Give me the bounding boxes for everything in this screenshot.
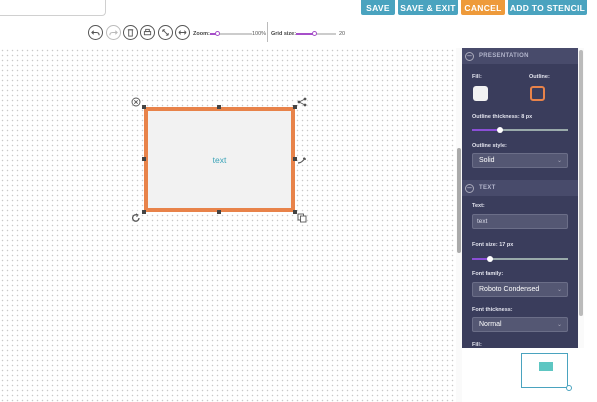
zoom-slider[interactable] bbox=[210, 31, 252, 36]
drawing-canvas[interactable] bbox=[0, 48, 456, 402]
fill-color-swatch[interactable] bbox=[473, 86, 488, 101]
duplicate-icon[interactable] bbox=[297, 213, 307, 223]
outline-thickness-slider-knob[interactable] bbox=[497, 127, 503, 133]
text-section-header[interactable]: – TEXT bbox=[462, 180, 578, 196]
add-to-stencil-button[interactable]: ADD TO STENCIL bbox=[508, 0, 587, 15]
collapse-minus-icon[interactable]: – bbox=[465, 183, 474, 193]
outline-thickness-label: Outline thickness: 8 px bbox=[472, 114, 532, 120]
outline-color-swatch[interactable] bbox=[530, 86, 545, 101]
connect-arrow-icon[interactable] bbox=[297, 155, 307, 165]
outline-label: Outline: bbox=[529, 74, 550, 80]
font-size-slider[interactable] bbox=[472, 256, 568, 262]
outline-thickness-slider[interactable] bbox=[472, 127, 568, 133]
panel-scrollbar[interactable] bbox=[578, 48, 584, 348]
expand-icon[interactable] bbox=[158, 25, 173, 40]
grid-size-value: 20 bbox=[339, 31, 346, 37]
fit-width-icon[interactable] bbox=[175, 25, 190, 40]
resize-handle-bottom-left[interactable] bbox=[142, 210, 146, 214]
properties-panel: – PRESENTATION Fill: Outline: Outline th… bbox=[462, 48, 578, 348]
grid-slider-knob[interactable] bbox=[312, 31, 317, 36]
rectangle-shape[interactable]: text bbox=[144, 107, 295, 212]
save-exit-button[interactable]: SAVE & EXIT bbox=[398, 0, 458, 15]
redo-icon[interactable] bbox=[106, 25, 121, 40]
outline-style-label: Outline style: bbox=[472, 143, 507, 149]
grid-size-slider[interactable] bbox=[296, 31, 336, 36]
outline-thickness-label-text: Outline thickness: bbox=[472, 114, 520, 120]
outline-style-value: Solid bbox=[479, 157, 495, 164]
delete-icon[interactable] bbox=[123, 25, 138, 40]
cancel-button[interactable]: CANCEL bbox=[461, 0, 505, 15]
font-thickness-value: Normal bbox=[479, 321, 502, 328]
font-family-label: Font family: bbox=[472, 271, 504, 277]
font-size-label-text: Font size: bbox=[472, 242, 498, 248]
minimap[interactable] bbox=[462, 348, 584, 402]
text-section-title: TEXT bbox=[479, 185, 496, 191]
text-input[interactable]: text bbox=[472, 214, 568, 229]
font-size-label: Font size: 17 px bbox=[472, 242, 513, 248]
shape-text[interactable]: text bbox=[148, 155, 291, 165]
zoom-value: 100% bbox=[252, 31, 267, 37]
undo-icon[interactable] bbox=[88, 25, 103, 40]
toolbar-divider bbox=[267, 22, 268, 42]
chevron-down-icon: ⌄ bbox=[556, 287, 562, 293]
canvas-scrollbar-thumb[interactable] bbox=[457, 148, 461, 253]
resize-handle-top-left[interactable] bbox=[142, 105, 146, 109]
grid-size-label: Grid size: bbox=[271, 31, 297, 37]
text-input-value: text bbox=[477, 218, 488, 225]
save-button[interactable]: SAVE bbox=[361, 0, 395, 15]
outline-thickness-slider-fill bbox=[472, 129, 500, 131]
font-thickness-select[interactable]: Normal ⌄ bbox=[472, 317, 568, 332]
collapse-minus-icon[interactable]: – bbox=[465, 51, 474, 61]
title-input[interactable] bbox=[0, 0, 106, 16]
outline-thickness-value: 8 px bbox=[521, 114, 533, 120]
print-icon[interactable] bbox=[140, 25, 155, 40]
resize-handle-bottom[interactable] bbox=[217, 210, 221, 214]
resize-handle-top[interactable] bbox=[217, 105, 221, 109]
font-thickness-label: Font thickness: bbox=[472, 307, 513, 313]
font-family-select[interactable]: Roboto Condensed ⌄ bbox=[472, 282, 568, 297]
presentation-title: PRESENTATION bbox=[479, 53, 529, 59]
font-size-value: 17 px bbox=[499, 242, 514, 248]
chevron-down-icon: ⌄ bbox=[556, 158, 562, 164]
outline-style-select[interactable]: Solid ⌄ bbox=[472, 153, 568, 168]
chevron-down-icon: ⌄ bbox=[556, 322, 562, 328]
minimap-resize-handle[interactable] bbox=[566, 385, 572, 391]
resize-handle-left[interactable] bbox=[142, 157, 146, 161]
minimap-shape bbox=[539, 362, 553, 371]
panel-scrollbar-thumb[interactable] bbox=[579, 50, 583, 316]
presentation-section-header[interactable]: – PRESENTATION bbox=[462, 48, 578, 64]
font-size-slider-knob[interactable] bbox=[487, 256, 493, 262]
remove-shape-icon[interactable] bbox=[131, 97, 141, 107]
toolbar: Zoom: 100% Grid size: 20 bbox=[0, 22, 597, 48]
zoom-label: Zoom: bbox=[193, 31, 210, 37]
share-link-icon[interactable] bbox=[297, 97, 307, 107]
zoom-slider-knob[interactable] bbox=[215, 31, 220, 36]
rotate-icon[interactable] bbox=[131, 213, 141, 223]
minimap-viewport[interactable] bbox=[521, 353, 568, 388]
font-family-value: Roboto Condensed bbox=[479, 286, 540, 293]
fill-label: Fill: bbox=[472, 74, 482, 80]
text-label: Text: bbox=[472, 203, 485, 209]
